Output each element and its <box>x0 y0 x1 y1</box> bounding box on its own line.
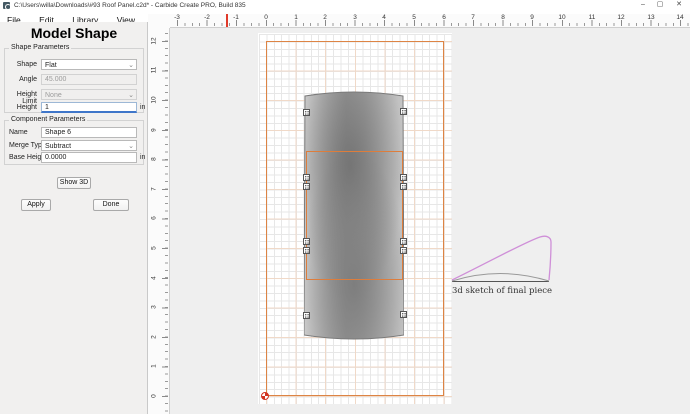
name-field[interactable] <box>41 127 137 138</box>
ruler-number: 1 <box>294 14 298 21</box>
name-label: Name <box>9 129 28 136</box>
selected-vector-rect[interactable] <box>306 151 403 280</box>
ruler-number: 7 <box>471 14 475 21</box>
apply-button[interactable]: Apply <box>21 199 51 211</box>
page-title: Model Shape <box>30 25 118 41</box>
base-height-field[interactable] <box>41 152 137 163</box>
node-handle[interactable] <box>400 174 407 181</box>
ruler-number: 11 <box>588 14 596 21</box>
merge-type-select[interactable]: Subtract ⌄ <box>41 140 137 151</box>
height-limit-value: None <box>45 92 62 99</box>
title-bar: C:\Users\willa\Downloads\#93 Roof Panel.… <box>0 0 690 10</box>
maximize-icon[interactable]: ▢ <box>653 0 667 10</box>
node-handle[interactable] <box>400 108 407 115</box>
ruler-number: 4 <box>150 276 158 280</box>
ruler-cursor-marker <box>226 14 228 27</box>
ruler-number: 10 <box>150 96 158 104</box>
model-shape-panel: Model Shape Shape Parameters Shape Flat … <box>0 22 148 414</box>
node-handle[interactable] <box>400 311 407 318</box>
component-parameters-group: Component Parameters Name Merge Type Sub… <box>4 116 146 165</box>
height-field[interactable] <box>41 102 137 113</box>
annotation-sketch[interactable] <box>445 226 570 288</box>
design-canvas[interactable]: 3d sketch of final piece <box>170 28 690 414</box>
node-handle[interactable] <box>303 312 310 319</box>
ruler-number: 9 <box>530 14 534 21</box>
shape-value: Flat <box>45 62 57 69</box>
base-height-unit-label: in <box>140 154 146 161</box>
height-label: Height <box>16 104 37 111</box>
ruler-number: 6 <box>442 14 446 21</box>
chevron-down-icon: ⌄ <box>128 92 134 99</box>
ruler-number: -1 <box>233 14 239 21</box>
minimize-icon[interactable]: – <box>636 0 650 10</box>
ruler-corner <box>148 14 170 28</box>
node-handle[interactable] <box>400 183 407 190</box>
app-window: C:\Users\willa\Downloads\#93 Roof Panel.… <box>0 0 690 414</box>
ruler-number: 14 <box>676 14 684 21</box>
ruler-number: -2 <box>204 14 210 21</box>
ruler-number: 10 <box>558 14 566 21</box>
ruler-number: 8 <box>150 157 158 161</box>
ruler-number: 13 <box>647 14 655 21</box>
node-handle[interactable] <box>303 238 310 245</box>
ruler-number: 9 <box>150 128 158 132</box>
ruler-major-ticks <box>162 40 168 414</box>
shape-label: Shape <box>16 61 37 68</box>
close-icon[interactable]: ✕ <box>672 0 686 10</box>
ruler-number: -3 <box>174 14 180 21</box>
node-handle[interactable] <box>400 247 407 254</box>
ruler-major-ticks <box>177 20 690 26</box>
ruler-number: 3 <box>150 305 158 309</box>
ruler-number: 5 <box>412 14 416 21</box>
ruler-number: 12 <box>150 37 158 45</box>
app-icon <box>3 2 11 10</box>
ruler-number: 5 <box>150 246 158 250</box>
ruler-number: 3 <box>353 14 357 21</box>
origin-marker <box>261 392 269 400</box>
ruler-number: 7 <box>150 187 158 191</box>
angle-field[interactable] <box>41 74 137 85</box>
component-parameters-label: Component Parameters <box>9 116 88 123</box>
ruler-number: 11 <box>150 66 158 74</box>
ruler-vertical: 12 11 10 9 8 7 6 5 4 3 2 1 0 <box>148 28 170 414</box>
node-handle[interactable] <box>303 174 310 181</box>
node-handle[interactable] <box>303 109 310 116</box>
ruler-number: 8 <box>501 14 505 21</box>
chevron-down-icon: ⌄ <box>128 62 134 69</box>
height-limit-select[interactable]: None ⌄ <box>41 89 137 100</box>
node-handle[interactable] <box>400 238 407 245</box>
ruler-number: 4 <box>382 14 386 21</box>
ruler-number: 0 <box>150 394 158 398</box>
ruler-number: 2 <box>150 335 158 339</box>
show-3d-button[interactable]: Show 3D <box>57 177 91 189</box>
chevron-down-icon: ⌄ <box>128 143 134 150</box>
angle-label: Angle <box>19 76 37 83</box>
node-handle[interactable] <box>303 247 310 254</box>
annotation-text[interactable]: 3d sketch of final piece <box>440 286 564 296</box>
ruler-number: 2 <box>323 14 327 21</box>
merge-type-value: Subtract <box>45 143 72 150</box>
done-button[interactable]: Done <box>93 199 129 211</box>
height-unit-label: in <box>140 104 146 111</box>
ruler-horizontal: -3 -2 -1 0 1 2 3 4 5 6 7 8 9 10 11 12 13… <box>170 14 690 28</box>
ruler-number: 0 <box>264 14 268 21</box>
node-handle[interactable] <box>303 183 310 190</box>
ruler-number: 1 <box>150 364 158 368</box>
ruler-number: 6 <box>150 216 158 220</box>
ruler-number: 12 <box>617 14 625 21</box>
window-title: C:\Users\willa\Downloads\#93 Roof Panel.… <box>14 1 246 9</box>
shape-select[interactable]: Flat ⌄ <box>41 59 137 70</box>
shape-parameters-group: Shape Parameters Shape Flat ⌄ Angle Heig… <box>4 44 146 113</box>
shape-parameters-label: Shape Parameters <box>9 44 72 51</box>
